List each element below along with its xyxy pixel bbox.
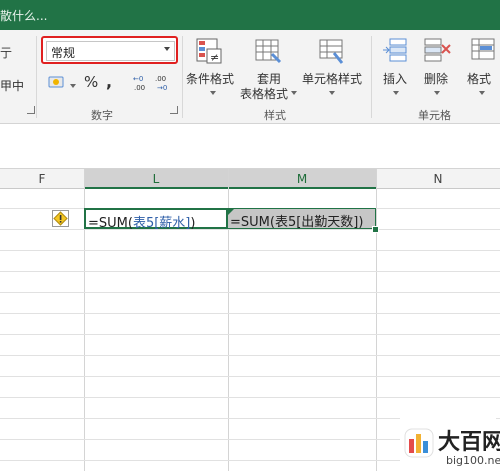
- cell-l-formula[interactable]: =SUM(表5[薪水]): [84, 208, 228, 231]
- chevron-down-icon[interactable]: [434, 91, 440, 95]
- format-cells-icon: [471, 38, 495, 60]
- formula-prefix: =SUM(: [88, 216, 133, 231]
- delete-cells-icon: [424, 38, 451, 62]
- svg-text:≠: ≠: [210, 51, 219, 64]
- grid-column-line: [376, 169, 377, 471]
- increase-decimal-button[interactable]: ←0 .00: [133, 74, 151, 92]
- format-label[interactable]: 格式: [467, 70, 491, 87]
- percent-style-button[interactable]: %: [84, 73, 98, 91]
- cell-l-content: =SUM(表5[薪水]): [88, 212, 195, 231]
- title-bar: 散什么...: [0, 0, 500, 30]
- number-launcher-icon[interactable]: [170, 106, 178, 114]
- svg-text:→0: →0: [157, 84, 167, 92]
- delete-label[interactable]: 删除: [424, 70, 448, 87]
- number-format-combo[interactable]: 常规: [41, 36, 178, 64]
- number-format-value: 常规: [51, 46, 76, 60]
- fill-handle[interactable]: [372, 226, 379, 233]
- grid-row-line: [0, 334, 500, 335]
- formula-reference: 表5[出勤天数]: [274, 215, 359, 230]
- alignment-cut-label-top: 亍: [0, 46, 13, 60]
- grid-row-line: [0, 271, 500, 272]
- column-header-n-label: N: [433, 172, 443, 186]
- formula-prefix: =SUM(: [230, 215, 275, 230]
- cell-m-formula[interactable]: =SUM(表5[出勤天数]): [228, 208, 376, 230]
- chevron-down-icon[interactable]: [329, 91, 335, 95]
- insert-label[interactable]: 插入: [383, 70, 407, 87]
- formula-bar-area: [0, 124, 500, 169]
- grid-row-line: [0, 397, 500, 398]
- insert-cells-icon: [383, 38, 407, 62]
- svg-text:.00: .00: [134, 84, 145, 92]
- grid-row-line: [0, 292, 500, 293]
- grid-row-line: [0, 355, 500, 356]
- currency-icon: [48, 76, 64, 88]
- watermark-logo-icon: [404, 428, 434, 458]
- watermark-url: big100.net: [446, 454, 500, 467]
- column-header-m[interactable]: M: [228, 169, 376, 189]
- column-header-l-label: L: [152, 172, 160, 186]
- ribbon-separator: [182, 36, 183, 118]
- column-header-m-label: M: [296, 172, 308, 186]
- insert-cells-button[interactable]: [382, 37, 410, 65]
- formula-reference: 表5[薪水]: [132, 216, 191, 231]
- cell-styles-button[interactable]: [318, 37, 346, 65]
- merge-center-cut-label[interactable]: 甲中: [0, 77, 24, 94]
- number-group-label: 数字: [91, 109, 113, 122]
- grid-row-line: [0, 376, 500, 377]
- currency-dropdown-icon[interactable]: [70, 84, 76, 88]
- watermark-name: 大百网: [438, 430, 500, 455]
- watermark: 大百网 big100.net: [400, 418, 500, 470]
- styles-group-label: 样式: [264, 109, 286, 122]
- ribbon-separator: [371, 36, 372, 118]
- tell-me-box[interactable]: 散什么...: [0, 7, 47, 24]
- number-format-field[interactable]: 常规: [46, 41, 175, 61]
- column-header-l[interactable]: L: [84, 169, 228, 189]
- cells-group-label: 单元格: [418, 109, 451, 122]
- error-warning-button[interactable]: [52, 210, 69, 227]
- format-as-table-button[interactable]: [254, 37, 282, 65]
- ribbon-separator: [36, 36, 37, 118]
- svg-text:.00: .00: [155, 75, 166, 83]
- chevron-down-icon[interactable]: [479, 91, 485, 95]
- chevron-down-icon[interactable]: [164, 47, 170, 51]
- formula-suffix: ): [190, 216, 196, 231]
- grid-row-line: [0, 250, 500, 251]
- chevron-down-icon[interactable]: [291, 91, 297, 95]
- cell-m-content: =SUM(表5[出勤天数]): [230, 211, 363, 230]
- conditional-format-button[interactable]: ≠: [195, 37, 223, 65]
- increase-decimal-icon: ←0 .00: [133, 75, 145, 92]
- column-header-f[interactable]: F: [0, 169, 84, 189]
- svg-text:←0: ←0: [133, 75, 143, 83]
- column-header-f-label: F: [38, 172, 46, 186]
- format-cells-button[interactable]: [470, 37, 498, 65]
- conditional-format-icon: ≠: [196, 38, 222, 64]
- cell-styles-label[interactable]: 单元格样式: [302, 70, 362, 87]
- comma-style-button[interactable]: ,: [106, 72, 112, 91]
- column-header-n[interactable]: N: [376, 169, 500, 189]
- table-format-icon: [255, 39, 282, 64]
- cell-styles-icon: [319, 39, 344, 64]
- currency-format-button[interactable]: [48, 74, 66, 90]
- warning-icon: [52, 210, 69, 227]
- chevron-down-icon[interactable]: [393, 91, 399, 95]
- formula-suffix: ): [358, 215, 364, 230]
- decrease-decimal-button[interactable]: .00 →0: [155, 74, 173, 92]
- decrease-decimal-icon: .00 →0: [155, 75, 167, 92]
- conditional-format-label[interactable]: 条件格式: [186, 70, 234, 87]
- format-as-table-label-2[interactable]: 表格格式: [240, 85, 288, 102]
- chevron-down-icon[interactable]: [210, 91, 216, 95]
- alignment-launcher-icon[interactable]: [27, 106, 35, 114]
- grid-row-line: [0, 313, 500, 314]
- delete-cells-button[interactable]: [423, 37, 453, 65]
